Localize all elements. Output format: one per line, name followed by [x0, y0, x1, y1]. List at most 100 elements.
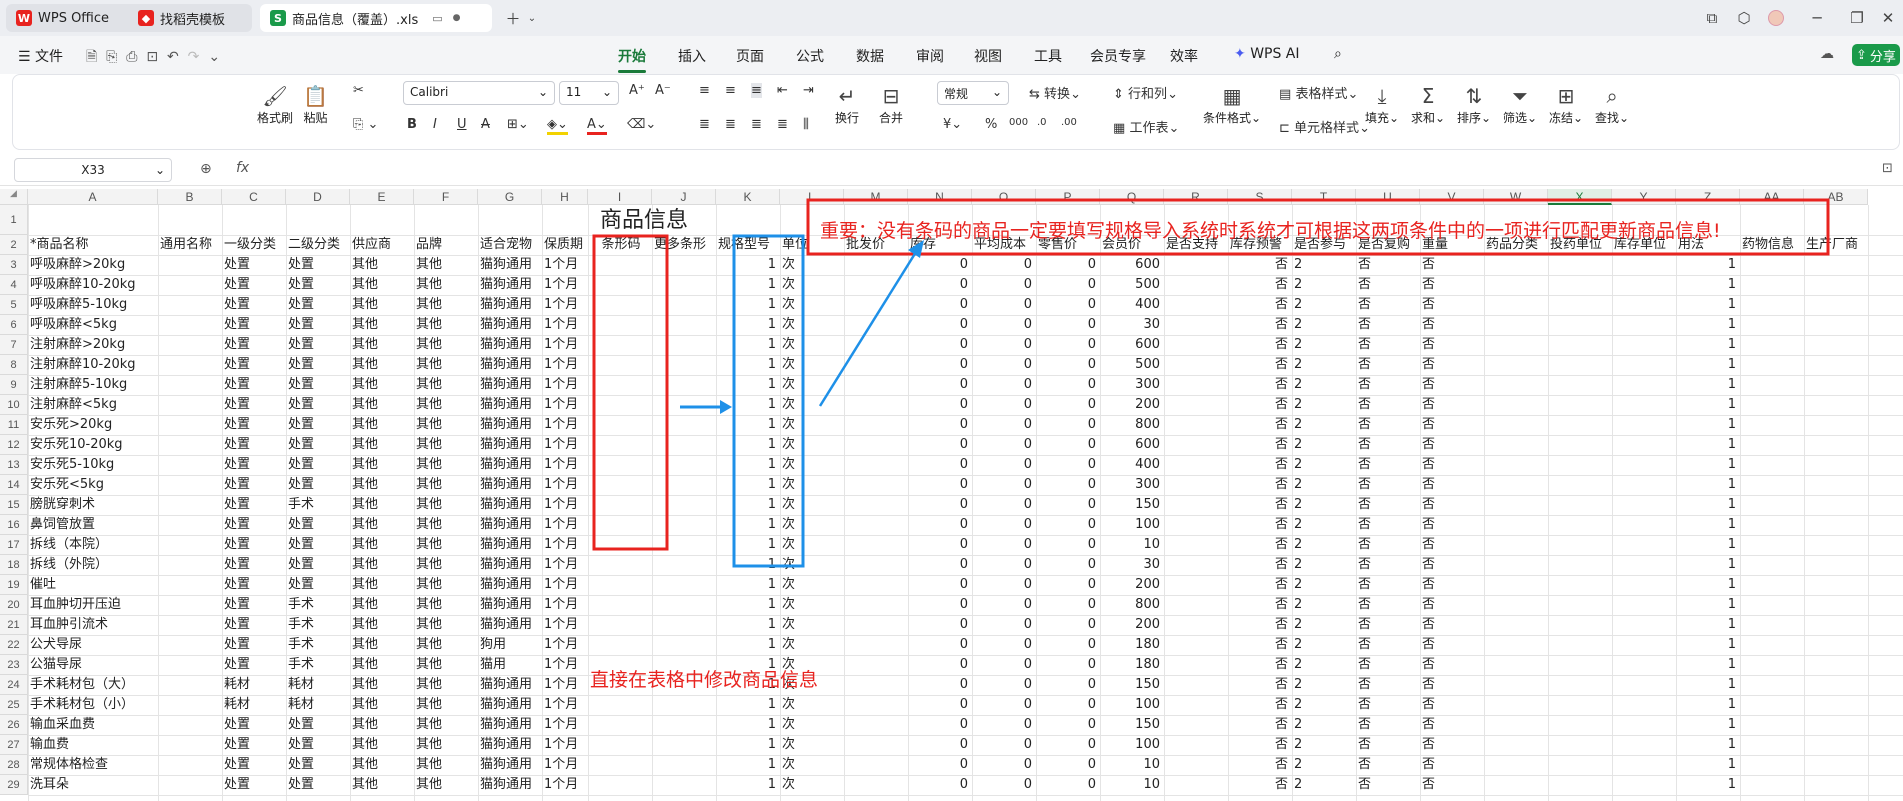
table-cell[interactable]: 其他 [350, 335, 414, 355]
table-cell[interactable]: 处置 [222, 315, 286, 335]
table-cell[interactable]: 其他 [414, 355, 478, 375]
table-cell[interactable]: 1 [716, 375, 780, 395]
formula-input[interactable] [268, 158, 1868, 182]
table-cell[interactable]: 次 [780, 495, 844, 515]
table-cell[interactable]: 180 [1100, 635, 1164, 655]
table-cell[interactable]: 否 [1228, 695, 1292, 715]
header-cell[interactable]: 一级分类 [224, 235, 286, 255]
table-cell[interactable]: 否 [1356, 715, 1420, 735]
table-cell[interactable]: 其他 [414, 415, 478, 435]
column-header[interactable]: F [414, 189, 478, 205]
tab-view[interactable]: 视图 [974, 46, 1002, 66]
table-cell[interactable]: 其他 [350, 275, 414, 295]
table-cell[interactable]: 1 [716, 355, 780, 375]
table-cell[interactable]: 1 [1676, 435, 1740, 455]
table-cell[interactable]: 处置 [222, 655, 286, 675]
table-cell[interactable]: 处置 [286, 375, 350, 395]
sum-button[interactable]: Σ 求和⌄ [1411, 83, 1445, 126]
table-cell[interactable]: 其他 [414, 255, 478, 275]
table-cell[interactable]: 100 [1100, 735, 1164, 755]
table-cell[interactable]: 处置 [286, 755, 350, 775]
table-cell[interactable]: 其他 [414, 775, 478, 795]
preview-icon[interactable]: ⊡ [146, 49, 158, 65]
table-cell[interactable]: 2 [1292, 595, 1356, 615]
table-cell[interactable]: 猫狗通用 [478, 615, 542, 635]
table-cell[interactable]: 1 [1676, 615, 1740, 635]
table-cell[interactable]: 0 [908, 375, 972, 395]
table-cell[interactable]: 0 [1036, 735, 1100, 755]
row-header[interactable]: 20 [0, 595, 28, 615]
table-cell[interactable]: 2 [1292, 755, 1356, 775]
table-cell[interactable]: 否 [1228, 735, 1292, 755]
row-header[interactable]: 10 [0, 395, 28, 415]
paste-button[interactable]: 📋 粘贴 [303, 83, 328, 126]
table-cell[interactable]: 否 [1228, 515, 1292, 535]
column-header[interactable]: X [1548, 189, 1612, 205]
table-cell[interactable]: 1个月 [542, 635, 588, 655]
table-cell[interactable]: 2 [1292, 515, 1356, 535]
row-header[interactable]: 14 [0, 475, 28, 495]
table-cell[interactable]: 注射麻醉10-20kg [28, 355, 158, 375]
table-cell[interactable]: 2 [1292, 635, 1356, 655]
spreadsheet-grid[interactable]: ◢ A B C D E F G H I J K L M N O P Q R S T U V W X Y Z AA AB 1 2 3 4 5 6 7 8… [0, 189, 1903, 801]
clear-icon[interactable]: ⌫⌄ [627, 117, 656, 132]
table-cell[interactable]: 其他 [350, 595, 414, 615]
table-cell[interactable]: 1个月 [542, 375, 588, 395]
table-cell[interactable]: 0 [908, 455, 972, 475]
table-cell[interactable]: 处置 [286, 395, 350, 415]
table-cell[interactable]: 0 [1036, 415, 1100, 435]
fx-icon[interactable]: fx [236, 160, 249, 176]
table-cell[interactable]: 否 [1356, 635, 1420, 655]
column-header[interactable]: U [1356, 189, 1420, 205]
table-cell[interactable]: 0 [908, 255, 972, 275]
multiwindow-icon[interactable]: ⧉ [1700, 0, 1724, 36]
table-cell[interactable]: 0 [972, 255, 1036, 275]
table-cell[interactable]: 1个月 [542, 675, 588, 695]
maximize-icon[interactable]: ❐ [1842, 0, 1872, 36]
table-cell[interactable]: 2 [1292, 715, 1356, 735]
table-cell[interactable]: 处置 [222, 555, 286, 575]
table-cell[interactable]: 否 [1356, 435, 1420, 455]
column-header[interactable]: I [588, 189, 652, 205]
table-cell[interactable]: 否 [1420, 375, 1484, 395]
table-cell[interactable]: 0 [972, 695, 1036, 715]
table-cell[interactable]: 2 [1292, 415, 1356, 435]
table-cell[interactable]: 耗材 [222, 675, 286, 695]
table-cell[interactable]: 1个月 [542, 775, 588, 795]
table-cell[interactable]: 200 [1100, 615, 1164, 635]
table-cell[interactable]: 1 [1676, 635, 1740, 655]
table-cell[interactable]: 呼吸麻醉>20kg [28, 255, 158, 275]
table-cell[interactable]: 2 [1292, 395, 1356, 415]
header-cell[interactable]: 通用名称 [160, 235, 222, 255]
italic-icon[interactable]: I [433, 117, 437, 132]
table-cell[interactable]: 0 [1036, 715, 1100, 735]
table-cell[interactable]: 其他 [350, 655, 414, 675]
table-cell[interactable]: 否 [1228, 675, 1292, 695]
table-cell[interactable]: 其他 [414, 455, 478, 475]
table-cell[interactable]: 呼吸麻醉<5kg [28, 315, 158, 335]
row-header[interactable]: 21 [0, 615, 28, 635]
table-cell[interactable]: 处置 [222, 615, 286, 635]
table-cell[interactable]: 否 [1228, 715, 1292, 735]
table-cell[interactable]: 否 [1356, 695, 1420, 715]
table-cell[interactable]: 1 [716, 455, 780, 475]
table-cell[interactable]: 处置 [286, 555, 350, 575]
row-header[interactable]: 29 [0, 775, 28, 795]
table-cell[interactable]: 输血费 [28, 735, 158, 755]
table-cell[interactable]: 其他 [414, 655, 478, 675]
table-cell[interactable]: 1个月 [542, 735, 588, 755]
table-cell[interactable]: 处置 [222, 355, 286, 375]
merge-button[interactable]: ⊟ 合并 [879, 83, 903, 126]
table-cell[interactable]: 安乐死<5kg [28, 475, 158, 495]
column-header[interactable]: K [716, 189, 780, 205]
header-cell[interactable]: 适合宠物 [480, 235, 542, 255]
tab-wps-ai[interactable]: ✦ WPS AI [1234, 46, 1300, 62]
table-cell[interactable]: 0 [972, 435, 1036, 455]
align-top-icon[interactable]: ≡ [699, 83, 710, 98]
table-cell[interactable]: 鼻饲管放置 [28, 515, 158, 535]
table-cell[interactable]: 1 [1676, 495, 1740, 515]
table-cell[interactable]: 否 [1356, 295, 1420, 315]
table-cell[interactable]: 次 [780, 355, 844, 375]
indent-decrease-icon[interactable]: ⇤ [777, 83, 788, 98]
table-cell[interactable]: 次 [780, 275, 844, 295]
